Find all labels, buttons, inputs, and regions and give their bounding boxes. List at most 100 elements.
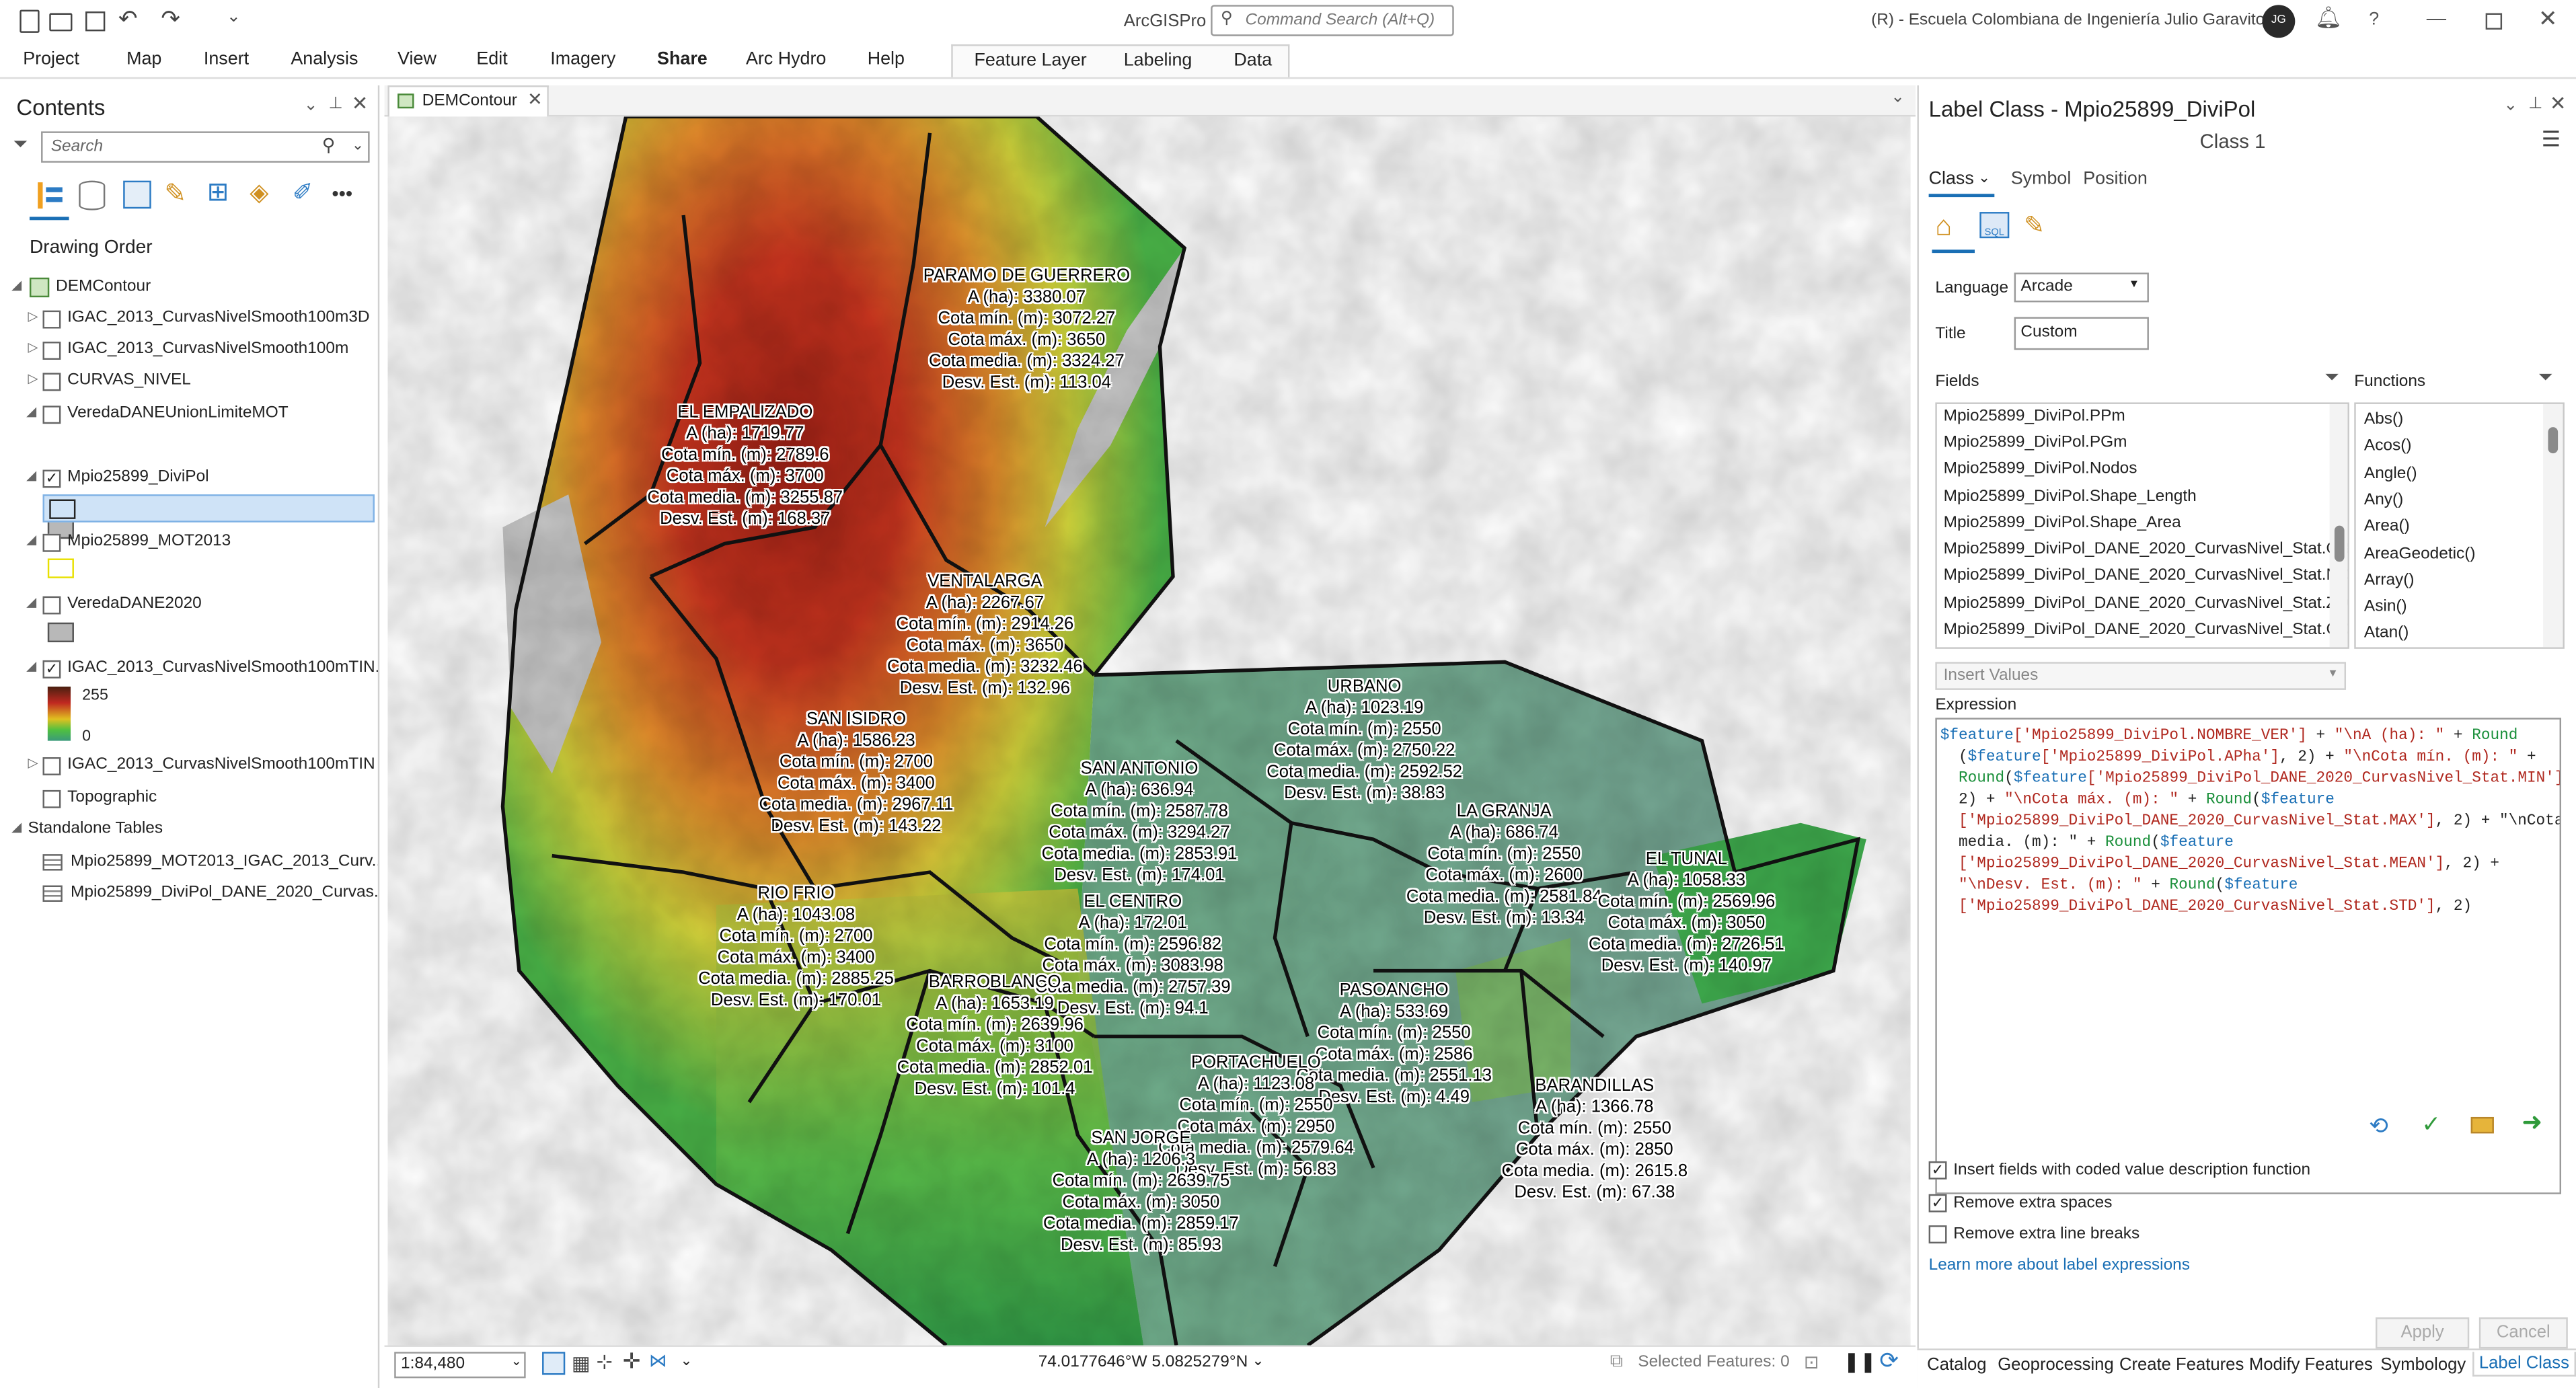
map-canvas[interactable]: PARAMO DE GUERRERO A (ha): 3380.07 Cota mí… (387, 116, 1911, 1346)
symbol-swatch[interactable] (47, 622, 74, 643)
label-expression-icon[interactable]: ⌂ (1935, 210, 1952, 243)
collapse-triangle-icon[interactable]: ◢ (26, 532, 36, 547)
list-item[interactable]: Abs() (2364, 411, 2403, 429)
chevron-down-icon[interactable]: ⌄ (680, 1352, 692, 1370)
tab-help[interactable]: Help (868, 49, 905, 69)
tab-symbology[interactable]: Symbology (2380, 1355, 2466, 1375)
insert-values-dropdown[interactable]: Insert Values ▾ (1935, 662, 2347, 690)
list-item[interactable]: Mpio25899_DiviPol_DANE_2020_CurvasNivel_… (1944, 621, 2348, 639)
tab-symbol[interactable]: Symbol (2011, 169, 2072, 189)
layer-checkbox[interactable] (42, 757, 61, 775)
verify-icon[interactable]: ✓ (2421, 1110, 2441, 1139)
undo-icon[interactable]: ↶ (118, 5, 138, 33)
notifications-icon[interactable]: 🔔︎ (2315, 5, 2342, 31)
close-tab-icon[interactable]: ✕ (527, 89, 543, 110)
layer-checkbox[interactable] (42, 342, 61, 360)
tab-label-class[interactable]: Label Class (2472, 1352, 2576, 1377)
collapse-triangle-icon[interactable]: ◢ (26, 594, 36, 609)
tab-edit[interactable]: Edit (476, 49, 507, 69)
option-checkbox[interactable]: ✓ (1928, 1194, 1947, 1212)
functions-scrollbar[interactable] (2543, 403, 2563, 648)
graticule-icon[interactable]: ⊹ (597, 1350, 613, 1373)
avatar[interactable]: JG (2262, 5, 2296, 38)
table-row[interactable]: Mpio25899_MOT2013_IGAC_2013_Curv... (0, 847, 378, 878)
close-window-icon[interactable]: ✕ (2538, 5, 2558, 33)
list-item[interactable]: Array() (2364, 572, 2415, 590)
functions-list[interactable]: Abs() Acos() Angle() Any() Area() AreaGe… (2354, 402, 2565, 649)
list-by-drawing-order-button[interactable] (33, 179, 69, 215)
layer-checkbox[interactable] (42, 533, 61, 552)
expand-triangle-icon[interactable]: ▷ (28, 371, 38, 386)
list-item[interactable]: Area() (2364, 517, 2410, 535)
collapse-triangle-icon[interactable]: ◢ (26, 468, 36, 483)
chevron-down-icon[interactable]: ⌄ (1978, 169, 1990, 188)
scrollbar-thumb[interactable] (2334, 525, 2345, 562)
list-item[interactable]: Mpio25899_DiviPol_DANE_2020_CurvasNivel_… (1944, 594, 2348, 613)
tab-project[interactable]: Project (23, 49, 79, 69)
pause-drawing-icon[interactable]: ❚❚ (1844, 1350, 1877, 1373)
tab-data[interactable]: Data (1234, 51, 1272, 71)
minimize-icon[interactable]: — (2427, 7, 2446, 30)
table-view-icon[interactable]: ▦ (572, 1352, 591, 1375)
layer-row[interactable]: ◢ VeredaDANEUnionLimiteMOT (0, 399, 378, 430)
reset-icon[interactable]: ⟲ (2369, 1112, 2388, 1141)
close-pane-icon[interactable]: ✕ (2550, 92, 2567, 115)
layer-row[interactable]: ◢ VeredaDANE2020 (0, 590, 378, 621)
expand-triangle-icon[interactable]: ▷ (28, 309, 38, 323)
tab-overflow-icon[interactable]: ⌄ (1891, 89, 1904, 107)
standalone-tables-node[interactable]: ◢ Standalone Tables (0, 815, 378, 846)
tab-labeling[interactable]: Labeling (1124, 51, 1192, 71)
selected-symbol-row[interactable] (42, 494, 375, 523)
list-item[interactable]: Mpio25899_DiviPol.PGm (1944, 434, 2127, 452)
layer-row[interactable]: ◢ Mpio25899_MOT2013 (0, 527, 378, 558)
list-item[interactable]: Asin() (2364, 598, 2407, 616)
save-expression-icon[interactable]: ➜ (2522, 1107, 2542, 1137)
language-select[interactable]: Arcade ▾ (2014, 272, 2149, 303)
list-item[interactable]: Mpio25899_DiviPol.Shape_Length (1944, 488, 2197, 506)
layer-checkbox[interactable] (42, 310, 61, 329)
symbol-swatch[interactable] (47, 558, 74, 578)
list-item[interactable]: Mpio25899_DiviPol.Shape_Area (1944, 514, 2181, 533)
fields-scrollbar[interactable] (2329, 403, 2348, 648)
save-icon[interactable] (85, 11, 106, 32)
layer-row[interactable]: ▷ CURVAS_NIVEL (0, 367, 378, 397)
restore-icon[interactable] (2485, 13, 2503, 30)
filter-icon[interactable]: ⏷ (13, 134, 28, 156)
option-checkbox[interactable]: ✓ (1928, 1161, 1947, 1180)
collapse-triangle-icon[interactable]: ◢ (11, 820, 22, 835)
layer-checkbox[interactable] (42, 406, 61, 424)
load-expression-icon[interactable] (2470, 1116, 2494, 1134)
expand-triangle-icon[interactable]: ▷ (28, 756, 38, 771)
expand-triangle-icon[interactable]: ▷ (28, 340, 38, 355)
tab-imagery[interactable]: Imagery (550, 49, 615, 69)
list-by-source-icon[interactable] (79, 180, 106, 210)
fields-list[interactable]: Mpio25899_DiviPol.PPm Mpio25899_DiviPol.… (1935, 402, 2349, 649)
refresh-table-icon[interactable]: ⊡ (1804, 1352, 1819, 1373)
help-icon[interactable]: ? (2369, 10, 2379, 30)
tab-catalog[interactable]: Catalog (1927, 1355, 1986, 1375)
options-menu-icon[interactable]: ⌄ (2504, 97, 2517, 115)
layer-checkbox[interactable] (42, 596, 61, 615)
tab-map[interactable]: Map (126, 49, 161, 69)
layer-checkbox[interactable]: ✓ (42, 660, 61, 679)
customize-qat-icon[interactable]: ⌄ (227, 8, 240, 26)
option-coded-values[interactable]: ✓ Insert fields with coded value descrip… (1928, 1159, 2570, 1186)
more-icon[interactable]: ••• (332, 182, 352, 205)
hamburger-menu-icon[interactable]: ☰ (2542, 126, 2561, 153)
tab-create-features[interactable]: Create Features (2119, 1355, 2244, 1375)
command-search[interactable]: ⚲ Command Search (Alt+Q) (1211, 5, 1454, 36)
table-row[interactable]: Mpio25899_DiviPol_DANE_2020_Curvas... (0, 879, 378, 910)
class-name[interactable]: Class 1 (2200, 130, 2266, 153)
title-input[interactable]: Custom (2014, 317, 2149, 350)
layer-row[interactable]: ▷ IGAC_2013_CurvasNivelSmooth100mTIN (0, 750, 378, 781)
chevron-down-icon[interactable]: ⌄ (1252, 1352, 1264, 1370)
pin-icon[interactable]: ⊥ (2528, 95, 2542, 114)
collapse-triangle-icon[interactable]: ◢ (11, 278, 22, 293)
account-name[interactable]: (R) - Escuela Colombiana de Ingeniería J… (1871, 11, 2265, 30)
list-item[interactable]: Mpio25899_DiviPol.Nodos (1944, 460, 2137, 478)
layer-checkbox[interactable] (42, 373, 61, 391)
scale-selector[interactable]: 1:84,480 ⌄ (394, 1352, 526, 1379)
tab-analysis[interactable]: Analysis (291, 49, 358, 69)
refresh-icon[interactable]: ⟳ (1879, 1347, 1899, 1375)
learn-more-link[interactable]: Learn more about label expressions (1929, 1257, 2190, 1275)
